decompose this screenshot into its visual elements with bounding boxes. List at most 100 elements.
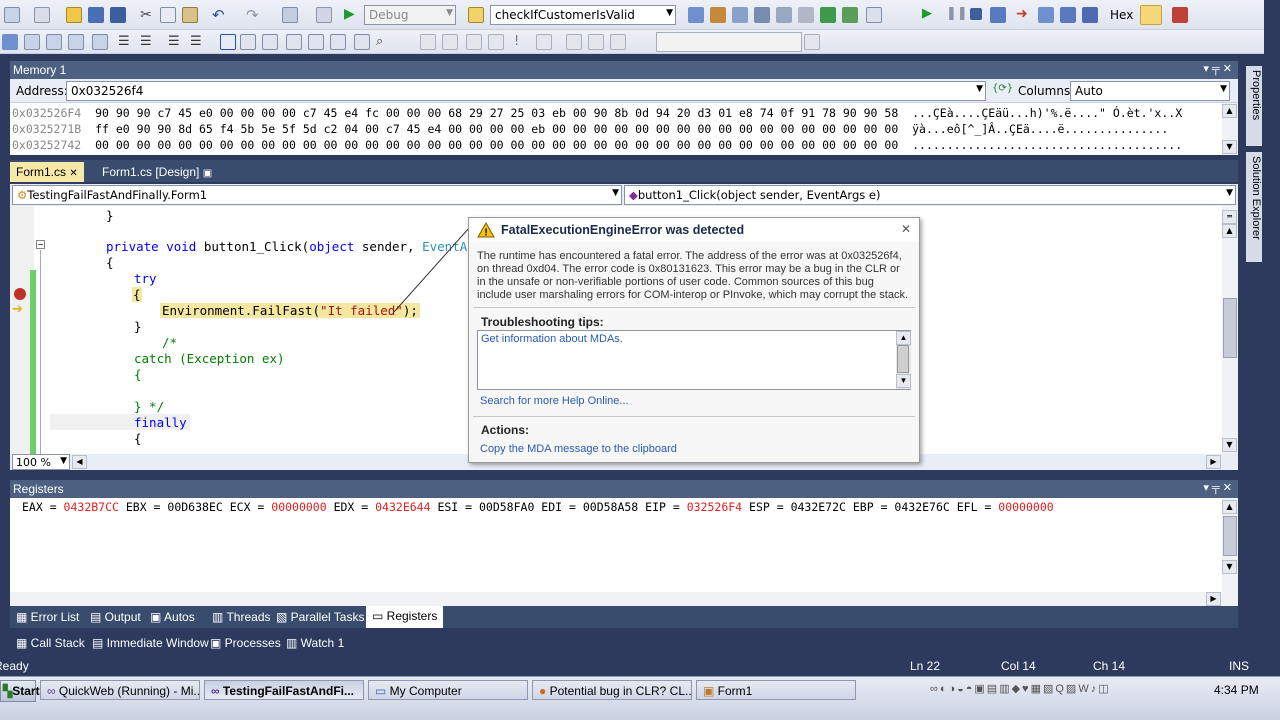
hex-toggle[interactable]: Hex <box>1110 8 1133 22</box>
tab-form1-cs[interactable]: Form1.cs ✕ <box>10 162 84 182</box>
scroll-down-icon[interactable]: ▼ <box>1222 438 1237 452</box>
memory-row[interactable]: 0x03252742 00 00 00 00 00 00 00 00 00 00… <box>12 138 1182 152</box>
prev-bookmark-doc-icon[interactable] <box>330 34 346 50</box>
scroll-thumb[interactable] <box>1223 516 1237 556</box>
add-item-icon[interactable] <box>34 7 50 23</box>
scroll-thumb[interactable] <box>897 345 909 373</box>
scroll-right-icon[interactable]: ▶ <box>1206 592 1221 606</box>
tab-parallel-tasks[interactable]: ▧ Parallel Tasks <box>270 607 370 627</box>
memory-scrollbar[interactable]: ▲ ▼ <box>1222 103 1238 155</box>
columns-combo[interactable]: Auto ▼ <box>1070 81 1230 101</box>
tips-scrollbar[interactable]: ▲ ▼ <box>896 331 911 389</box>
scroll-right-icon[interactable]: ▶ <box>1206 455 1221 469</box>
tab-call-stack[interactable]: ▦ Call Stack <box>10 633 91 653</box>
rows-icon[interactable] <box>488 34 504 50</box>
next-bookmark-folder-icon[interactable] <box>308 34 324 50</box>
register-value[interactable]: 00D638EC <box>167 500 222 514</box>
extension-icon[interactable] <box>820 7 836 23</box>
register-value[interactable]: 0432E76C <box>894 500 949 514</box>
restart-icon[interactable] <box>990 7 1006 23</box>
register-value[interactable]: 032526F4 <box>687 500 742 514</box>
solution-config-combo[interactable]: Debug ▼ <box>364 5 456 25</box>
expand-icon[interactable] <box>566 34 582 50</box>
taskbar-item-firefox[interactable]: ● Potential bug in CLR? CL... <box>532 680 692 700</box>
panel-controls[interactable]: ▾ ╤ ✕ <box>1203 62 1232 75</box>
method-navigator[interactable]: ◆button1_Click(object sender, EventArgs … <box>624 185 1236 205</box>
collapse-toggle-icon[interactable]: − <box>36 240 45 249</box>
scroll-down-icon[interactable]: ▼ <box>896 374 911 388</box>
stop-debugging-icon[interactable] <box>970 8 982 20</box>
copy-icon[interactable] <box>160 7 176 23</box>
scroll-up-icon[interactable]: ▲ <box>896 331 911 345</box>
taskbar-item-quickweb[interactable]: ∞ QuickWeb (Running) - Mi... <box>40 680 200 700</box>
paste-icon[interactable] <box>182 7 198 23</box>
list-icon[interactable] <box>804 34 820 50</box>
taskbar-item-form1[interactable]: ▣ Form1 <box>696 680 856 700</box>
navigate-backward-icon[interactable] <box>282 7 298 23</box>
prev-bookmark-icon[interactable] <box>240 34 256 50</box>
collapse-icon[interactable] <box>588 34 604 50</box>
scroll-up-icon[interactable]: ▲ <box>1222 104 1237 118</box>
quick-info-icon[interactable] <box>46 34 62 50</box>
panel-controls[interactable]: ▾ ╤ ✕ <box>1203 481 1232 494</box>
bookmark-icon[interactable] <box>220 34 236 50</box>
redo-icon[interactable]: ↷ <box>246 6 262 24</box>
tab-form1-design[interactable]: Form1.cs [Design] ▣ <box>96 162 218 182</box>
command-window-icon[interactable] <box>866 7 882 23</box>
tab-error-list[interactable]: ▦ Error List <box>10 607 85 627</box>
taskbar-item-my-computer[interactable]: ▭ My Computer <box>368 680 528 700</box>
breakpoint-icon[interactable] <box>14 288 26 300</box>
help-icon[interactable]: ! <box>514 34 530 50</box>
tab-registers[interactable]: ▭ Registers <box>366 606 444 628</box>
decrease-indent-icon[interactable]: ☰ <box>118 34 134 50</box>
object-browser-icon[interactable] <box>754 7 770 23</box>
help-online-link[interactable]: Search for more Help Online... <box>480 395 629 407</box>
pin-icon[interactable]: ▣ <box>203 168 212 179</box>
tip-link-mda[interactable]: Get information about MDAs. <box>481 333 623 345</box>
address-input[interactable]: 0x032526f4 ▼ <box>66 81 986 101</box>
close-icon[interactable]: ✕ <box>69 168 77 179</box>
class-navigator[interactable]: ⚙TestingFailFastAndFinally.Form1 ▼ <box>12 185 622 205</box>
side-tab-solution-explorer[interactable]: Solution Explorer <box>1246 152 1262 262</box>
tab-processes[interactable]: ▣ Processes <box>204 633 287 653</box>
table-icon[interactable] <box>442 34 458 50</box>
tools-icon[interactable] <box>798 7 814 23</box>
comment-icon[interactable]: ☰ <box>168 34 184 50</box>
outline-icon[interactable] <box>610 34 626 50</box>
register-value[interactable]: 0432E644 <box>375 500 430 514</box>
register-value[interactable]: 0432B7CC <box>64 500 119 514</box>
tab-watch-1[interactable]: ▥ Watch 1 <box>280 633 350 653</box>
register-value[interactable]: 00000000 <box>998 500 1053 514</box>
split-icon[interactable]: ═ <box>1222 210 1237 224</box>
registers-hscroll[interactable]: ▶ <box>10 592 1238 606</box>
next-bookmark-icon[interactable] <box>262 34 278 50</box>
sql-icon[interactable] <box>536 34 552 50</box>
target-combo[interactable] <box>656 32 802 52</box>
format-icon[interactable] <box>2 34 18 50</box>
zoom-combo[interactable]: 100 % ▼ <box>12 454 70 470</box>
scroll-down-icon[interactable]: ▼ <box>1222 140 1237 154</box>
continue-icon[interactable]: ▶ <box>922 6 938 22</box>
taskbar-item-testing[interactable]: ∞ TestingFailFastAndFi... <box>204 680 364 700</box>
solution-explorer-icon[interactable] <box>710 7 726 23</box>
registers-panel[interactable]: EAX = 0432B7CC EBX = 00D638EC ECX = 0000… <box>10 498 1238 606</box>
scroll-down-icon[interactable]: ▼ <box>1222 560 1237 574</box>
memory-row[interactable]: 0x032526F4 90 90 90 c7 45 e0 00 00 00 00… <box>12 106 1182 120</box>
scroll-up-icon[interactable]: ▲ <box>1222 224 1237 238</box>
output-icon[interactable] <box>1172 7 1188 23</box>
class-view-icon[interactable] <box>842 7 858 23</box>
columns-icon[interactable] <box>466 34 482 50</box>
step-out-icon[interactable] <box>1082 7 1098 23</box>
complete-word-icon[interactable] <box>68 34 84 50</box>
next-bookmark-doc-icon[interactable] <box>354 34 370 50</box>
tab-immediate-window[interactable]: ▤ Immediate Window <box>86 633 215 653</box>
registers-vscroll[interactable]: ▲ ▼ <box>1222 498 1238 592</box>
register-value[interactable]: 00D58FA0 <box>479 500 534 514</box>
side-tab-properties[interactable]: Properties <box>1246 66 1262 146</box>
find-combo[interactable]: checkIfCustomerIsValid ▼ <box>490 5 676 25</box>
scroll-left-icon[interactable]: ◀ <box>72 455 87 469</box>
register-value[interactable]: 00000000 <box>271 500 326 514</box>
prev-bookmark-folder-icon[interactable] <box>286 34 302 50</box>
break-all-icon[interactable]: ❚❚ <box>946 6 968 22</box>
list-members-icon[interactable] <box>92 34 108 50</box>
